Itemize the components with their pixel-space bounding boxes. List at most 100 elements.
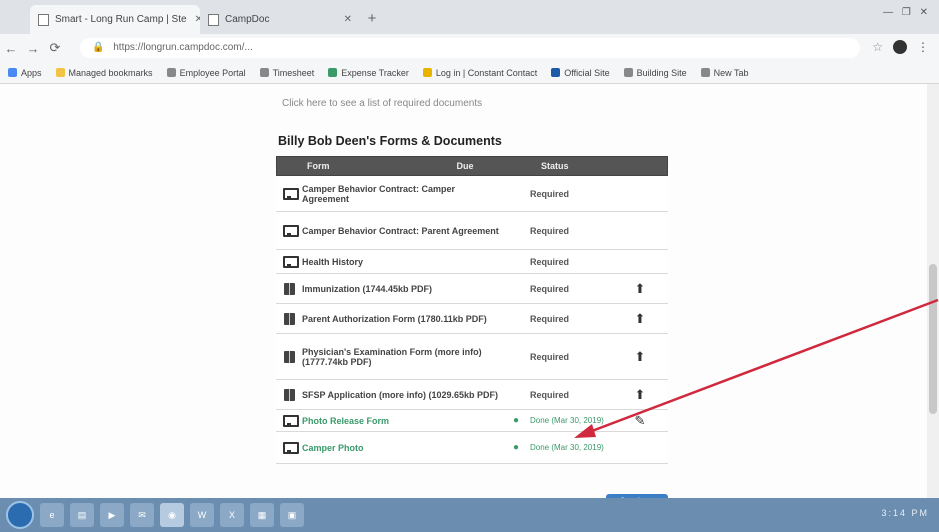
- bookmark-label: Log in | Constant Contact: [435, 67, 538, 78]
- bookmark-label: Official Site: [564, 67, 610, 78]
- status-text: Required: [530, 225, 570, 236]
- column-header-due: Due: [456, 161, 474, 171]
- bookmark-item[interactable]: Apps: [8, 68, 42, 78]
- upload-icon[interactable]: ⬆: [620, 281, 660, 297]
- monitor-icon: [283, 442, 299, 454]
- monitor-icon-cell: [276, 225, 302, 237]
- scrollbar-thumb[interactable]: [929, 264, 937, 414]
- table-row: Camper Behavior Contract: Parent Agreeme…: [276, 212, 668, 250]
- status-text: Required: [530, 313, 570, 324]
- column-header-status: Status: [541, 161, 569, 171]
- monitor-icon-cell: [276, 188, 302, 200]
- complete-dot-icon: ●: [512, 415, 520, 426]
- document-icon-cell: [276, 312, 302, 325]
- new-tab-button[interactable]: +: [362, 9, 382, 29]
- bookmark-label: Apps: [21, 67, 42, 78]
- status-text: Done (Mar 30, 2019): [530, 443, 604, 452]
- start-button[interactable]: [6, 501, 34, 529]
- bookmark-label: Building Site: [636, 67, 687, 78]
- column-header-form: Form: [307, 161, 330, 171]
- bookmark-star-icon[interactable]: ☆: [872, 40, 883, 54]
- back-arrow-icon[interactable]: ←: [0, 41, 22, 56]
- bookmark-icon: [55, 68, 65, 77]
- url-input[interactable]: 🔒 https://longrun.campdoc.com/...: [80, 38, 860, 58]
- monitor-icon-cell: [276, 256, 302, 268]
- form-name-link[interactable]: Immunization (1744.45kb PDF): [302, 281, 502, 297]
- taskbar-app-notes[interactable]: ▦: [250, 503, 274, 527]
- table-row: Immunization (1744.45kb PDF) Required ⬆: [276, 274, 668, 304]
- edit-icon[interactable]: ✎: [620, 413, 660, 429]
- form-name-link[interactable]: SFSP Application (more info) (1029.65kb …: [302, 387, 502, 403]
- browser-tab-camp[interactable]: Smart - Long Run Camp | Ste ✕: [30, 5, 200, 34]
- bookmark-item[interactable]: New Tab: [700, 67, 749, 78]
- system-tray-clock[interactable]: 3:14 PM: [881, 508, 929, 518]
- bookmark-label: Expense Tracker: [341, 67, 409, 78]
- monitor-icon: [283, 415, 299, 427]
- bookmark-item[interactable]: Employee Portal: [166, 68, 246, 78]
- taskbar-app-chrome[interactable]: ◉: [160, 503, 184, 527]
- bookmark-icon: [8, 68, 17, 77]
- form-name-link[interactable]: Physician's Examination Form (more info)…: [302, 344, 502, 370]
- status-text: Required: [530, 283, 570, 294]
- lock-icon: 🔒: [92, 42, 105, 53]
- table-row: Parent Authorization Form (1780.11kb PDF…: [276, 304, 668, 334]
- page-icon: [208, 13, 219, 26]
- form-name-link[interactable]: Health History: [302, 254, 502, 270]
- upload-icon[interactable]: ⬆: [620, 311, 660, 327]
- page-title: Billy Bob Deen's Forms & Documents: [278, 134, 502, 148]
- window-controls[interactable]: — ❐ ✕: [883, 7, 931, 18]
- status-text: Done (Mar 30, 2019): [530, 416, 604, 425]
- status-text: Required: [530, 351, 570, 362]
- form-name-link[interactable]: Camper Behavior Contract: Parent Agreeme…: [302, 223, 502, 239]
- profile-avatar[interactable]: [893, 40, 907, 54]
- bookmarks-bar: Apps Managed bookmarks Employee Portal Time…: [0, 62, 939, 84]
- page-scrollbar[interactable]: [927, 84, 939, 498]
- document-icon: [283, 282, 295, 295]
- taskbar-app-media[interactable]: ▶: [100, 503, 124, 527]
- upload-icon[interactable]: ⬆: [620, 387, 660, 403]
- os-taskbar: e ▤ ▶ ✉ ◉ W X ▦ ▣ 3:14 PM: [0, 498, 939, 532]
- taskbar-app-ie[interactable]: e: [40, 503, 64, 527]
- reload-icon[interactable]: ⟳: [44, 40, 66, 56]
- bookmark-icon: [259, 68, 269, 77]
- browser-tab-campdoc[interactable]: CampDoc ✕: [200, 5, 360, 34]
- table-row: Photo Release Form ● Done (Mar 30, 2019) ✎: [276, 410, 668, 432]
- taskbar-app-excel[interactable]: X: [220, 503, 244, 527]
- bookmark-item[interactable]: Timesheet: [259, 67, 315, 78]
- status-text: Required: [530, 389, 570, 400]
- bookmark-item[interactable]: Log in | Constant Contact: [422, 67, 538, 78]
- bookmark-icon: [551, 68, 561, 77]
- bookmark-item[interactable]: Expense Tracker: [328, 68, 409, 78]
- form-name-link[interactable]: Camper Photo: [302, 440, 502, 456]
- taskbar-app-explorer[interactable]: ▤: [70, 503, 94, 527]
- taskbar-app-outlook[interactable]: ✉: [130, 503, 154, 527]
- browser-tab-strip: Smart - Long Run Camp | Ste ✕ CampDoc ✕ …: [0, 0, 939, 34]
- tab-title: Smart - Long Run Camp | Ste: [55, 14, 187, 25]
- tab-title: CampDoc: [225, 14, 270, 25]
- taskbar-app-word[interactable]: W: [190, 503, 214, 527]
- menu-icon[interactable]: ⋮: [917, 40, 929, 54]
- bookmark-label: New Tab: [713, 67, 749, 78]
- bookmark-item[interactable]: Managed bookmarks: [55, 67, 153, 78]
- address-bar-row: ← → ⟳ 🔒 https://longrun.campdoc.com/... …: [0, 34, 939, 62]
- bookmark-icon: [700, 68, 710, 77]
- bookmark-label: Timesheet: [272, 67, 315, 78]
- table-row: Camper Behavior Contract: Camper Agreeme…: [276, 176, 668, 212]
- monitor-icon: [283, 256, 299, 268]
- bookmark-icon: [166, 68, 176, 77]
- document-icon-cell: [276, 350, 302, 363]
- form-name-link[interactable]: Parent Authorization Form (1780.11kb PDF…: [302, 311, 502, 327]
- taskbar-app-calc[interactable]: ▣: [280, 503, 304, 527]
- intro-text[interactable]: Click here to see a list of required doc…: [282, 98, 482, 109]
- bookmark-item[interactable]: Building Site: [623, 67, 687, 78]
- document-icon-cell: [276, 388, 302, 401]
- bookmark-item[interactable]: Official Site: [551, 67, 610, 78]
- bookmark-icon: [422, 68, 432, 77]
- close-icon[interactable]: ✕: [344, 14, 352, 25]
- forward-arrow-icon[interactable]: →: [22, 41, 44, 56]
- table-body: Camper Behavior Contract: Camper Agreeme…: [276, 176, 668, 464]
- form-name-link[interactable]: Camper Behavior Contract: Camper Agreeme…: [302, 181, 502, 207]
- form-name-link[interactable]: Photo Release Form: [302, 413, 502, 429]
- bookmark-label: Managed bookmarks: [68, 67, 153, 78]
- upload-icon[interactable]: ⬆: [620, 349, 660, 365]
